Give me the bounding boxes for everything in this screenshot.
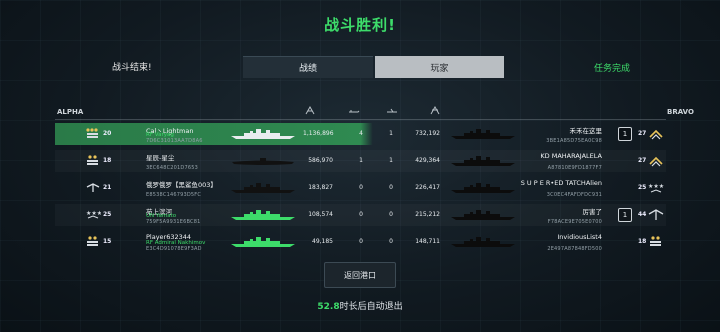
table-row: 20 Cal丶Lightman RF Varyag 7D6C31013AA7D8A6 1… <box>55 123 666 145</box>
player-name[interactable]: 星辰-星尘 <box>146 152 174 162</box>
rank-icon <box>648 208 664 221</box>
rank-icon <box>648 127 664 140</box>
plane-icon <box>387 108 397 113</box>
team-alpha-label: ALPHA <box>57 108 84 116</box>
ship-silhouette-icon <box>450 236 516 248</box>
player-level: 20 <box>103 130 112 137</box>
player-id: E8538C146793D5FC <box>146 192 202 198</box>
damage-value: 732,192 <box>415 130 440 137</box>
ship-silhouette-icon <box>450 209 516 221</box>
ship-silhouette-icon <box>230 128 296 140</box>
player-level: 27 <box>638 157 647 164</box>
player-level: 21 <box>103 184 112 191</box>
team-bravo-label: BRAVO <box>667 108 694 116</box>
victory-title: 战斗胜利! <box>324 16 396 34</box>
player-level: 44 <box>638 211 647 218</box>
kills-value: 0 <box>359 238 363 245</box>
player-name[interactable]: InvidiousList4 <box>557 233 602 241</box>
rank-icon <box>648 235 664 248</box>
player-id: F78ACE9E705E0700 <box>547 219 602 225</box>
ship-silhouette-icon <box>230 155 296 167</box>
return-to-port-button[interactable]: 返回港口 <box>324 262 396 288</box>
rank-icon <box>85 127 101 140</box>
svg-text:★★★: ★★★ <box>648 183 664 190</box>
player-name[interactable]: 俄罗俄罗【黑鲨鱼003】 <box>146 179 217 189</box>
damage-value: 429,364 <box>415 157 440 164</box>
damage-value: 226,417 <box>415 184 440 191</box>
ship-silhouette-icon <box>450 182 516 194</box>
player-level: 18 <box>638 238 647 245</box>
damage-value: 108,574 <box>308 211 333 218</box>
damage-value: 1,136,896 <box>303 130 334 137</box>
ship-silhouette-icon <box>230 209 296 221</box>
player-level: 25 <box>638 184 647 191</box>
countdown-text: 时长后自动退出 <box>339 302 403 312</box>
tab-player[interactable]: 玩家 <box>375 56 504 78</box>
tab-mission-complete[interactable]: 任务完成 <box>594 61 630 74</box>
damage-value: 215,212 <box>415 211 440 218</box>
division-badge: 1 <box>618 127 632 141</box>
player-name[interactable]: KD MAHARAJALELA <box>540 152 602 160</box>
kills-value: 0 <box>389 184 393 191</box>
ship-silhouette-icon <box>450 128 516 140</box>
torpedo-icon <box>349 110 360 113</box>
ship-silhouette-icon <box>230 182 296 194</box>
table-row: 21 俄罗俄罗【黑鲨鱼003】 E8538C146793D5FC 183,827 0 0 2… <box>55 177 666 199</box>
player-level: 18 <box>103 157 112 164</box>
damage-icon <box>305 106 315 115</box>
player-id: 3EC648C201D7653 <box>146 165 198 171</box>
tab-stats[interactable]: 战绩 <box>243 56 373 78</box>
rank-icon <box>648 154 664 167</box>
player-id: 2E497A87848FD500 <box>547 246 602 252</box>
kills-value: 1 <box>389 157 393 164</box>
damage-value: 183,827 <box>308 184 333 191</box>
player-name[interactable]: 禾禾在这里 <box>570 125 603 135</box>
rank-icon: ★★★ <box>85 208 102 221</box>
ship-silhouette-icon <box>450 155 516 167</box>
kills-value: 0 <box>389 211 393 218</box>
battle-over-label: 战斗结束! <box>112 63 152 73</box>
player-id: E3C4D91078E9F3AD <box>146 246 202 252</box>
kills-value: 1 <box>389 130 393 137</box>
countdown-seconds: 52.8 <box>317 302 340 312</box>
table-header-divider <box>55 119 666 120</box>
table-row: 15 Player632344 RF Admiral Nakhimov E3C4D91… <box>55 231 666 253</box>
damage-value: 148,711 <box>415 238 440 245</box>
player-level: 15 <box>103 238 112 245</box>
player-level: 27 <box>638 130 647 137</box>
player-level: 25 <box>103 211 112 218</box>
kills-value: 1 <box>359 157 363 164</box>
kills-value: 0 <box>359 184 363 191</box>
kill-icon <box>430 106 440 115</box>
ship-silhouette-icon <box>230 236 296 248</box>
player-id: A87810E9FD1877F7 <box>547 165 602 171</box>
player-id: 3BE1A85D75EA0C98 <box>546 138 602 144</box>
player-id: 759F5A9931E6BC81 <box>146 219 201 225</box>
kills-value: 0 <box>359 211 363 218</box>
auto-exit-countdown: 52.8时长后自动退出 <box>0 299 720 312</box>
tab-bar: 战斗结束! 战绩 玩家 任务完成 <box>0 56 720 78</box>
division-badge: 1 <box>618 208 632 222</box>
damage-value: 49,185 <box>312 238 333 245</box>
kills-value: 0 <box>389 238 393 245</box>
table-row: ★★★ 25 苑上滨河 UN Yamato 759F5A9931E6BC81 108,57… <box>55 204 666 226</box>
kills-value: 4 <box>359 130 363 137</box>
table-row: 18 星辰-星尘 3EC648C201D7653 586,970 1 1 429,364 KD… <box>55 150 666 172</box>
player-id: 7D6C31013AA7D8A6 <box>146 138 203 144</box>
player-name[interactable]: S U P E R•ED TATCHAlien <box>521 179 602 187</box>
rank-icon: ★★★ <box>648 181 664 194</box>
rank-icon <box>85 154 101 167</box>
damage-value: 586,970 <box>308 157 333 164</box>
rank-icon <box>85 181 101 194</box>
rank-icon <box>85 235 101 248</box>
player-id: 3C0EC4FAFDFDC931 <box>546 192 602 198</box>
player-name[interactable]: 厉害了 <box>583 206 603 216</box>
